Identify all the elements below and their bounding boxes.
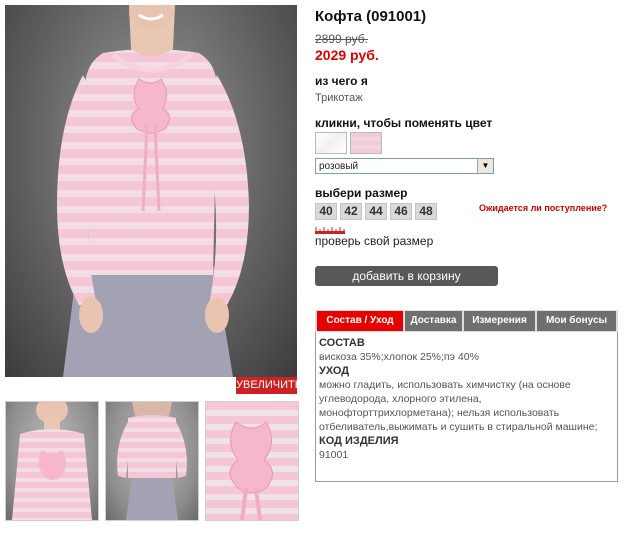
- ruler-icon: [315, 227, 345, 234]
- size-option-42[interactable]: 42: [340, 203, 362, 220]
- add-to-cart-button[interactable]: добавить в корзину: [315, 266, 498, 286]
- product-code-heading: КОД ИЗДЕЛИЯ: [319, 435, 399, 447]
- tab-delivery[interactable]: Доставка: [405, 311, 462, 331]
- product-title: Кофта (091001): [315, 8, 427, 25]
- current-price: 2029 руб.: [315, 47, 379, 63]
- product-code: 91001: [319, 449, 349, 461]
- size-option-48[interactable]: 48: [415, 203, 437, 220]
- chevron-down-icon[interactable]: ▼: [477, 159, 493, 173]
- size-option-44[interactable]: 44: [365, 203, 387, 220]
- material-value: Трикотаж: [315, 92, 363, 104]
- old-price: 2899 руб.: [315, 32, 368, 46]
- color-swatch-white[interactable]: [315, 132, 347, 154]
- material-label: из чего я: [315, 74, 368, 88]
- care-text: можно гладить, использовать химчистку (н…: [319, 379, 598, 433]
- main-product-photo[interactable]: [5, 5, 297, 377]
- size-option-46[interactable]: 46: [390, 203, 412, 220]
- zoom-button[interactable]: УВЕЛИЧИТЬ: [236, 377, 302, 394]
- tab-panel-content: СОСТАВ вискоза 35%;хлопок 25%;пэ 40% УХО…: [319, 336, 611, 462]
- color-swatch-pink[interactable]: [350, 132, 382, 154]
- availability-inquiry-link[interactable]: Ожидается ли поступление?: [479, 203, 607, 213]
- composition-heading: СОСТАВ: [319, 337, 365, 349]
- thumbnail-front-closeup[interactable]: [5, 401, 99, 521]
- color-select[interactable]: розовый ▼: [315, 158, 494, 174]
- tab-composition-care[interactable]: Состав / Уход: [317, 311, 403, 331]
- composition-text: вискоза 35%;хлопок 25%;пэ 40%: [319, 351, 479, 363]
- info-tabs: Состав / Уход Доставка Измерения Мои бон…: [315, 310, 618, 332]
- care-heading: УХОД: [319, 365, 350, 377]
- thumbnail-back-view[interactable]: [105, 401, 199, 521]
- size-option-40[interactable]: 40: [315, 203, 337, 220]
- color-select-value: розовый: [319, 161, 359, 172]
- color-label: кликни, чтобы поменять цвет: [315, 116, 493, 130]
- size-label: выбери размер: [315, 186, 408, 200]
- tab-my-bonuses[interactable]: Мои бонусы: [537, 311, 616, 331]
- tab-measurements[interactable]: Измерения: [464, 311, 535, 331]
- check-size-link[interactable]: проверь свой размер: [315, 234, 433, 248]
- thumbnail-ruffle-detail[interactable]: [205, 401, 299, 521]
